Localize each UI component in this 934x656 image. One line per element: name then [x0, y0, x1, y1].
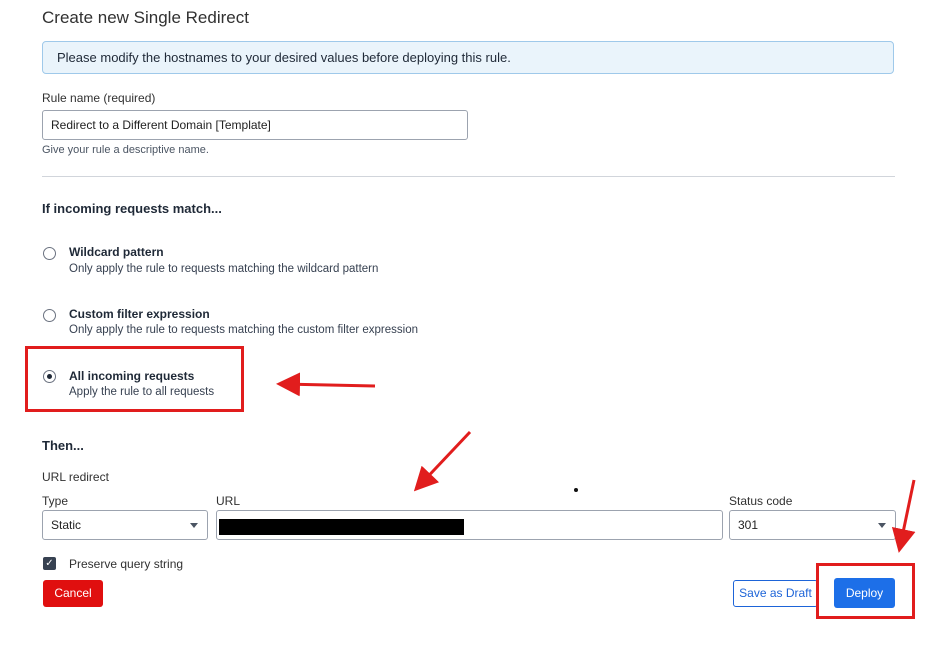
arrow-to-all-incoming [276, 372, 376, 397]
arrow-to-url-field [413, 430, 472, 492]
arrow-to-deploy [891, 479, 916, 553]
annotation-arrows [276, 372, 916, 553]
